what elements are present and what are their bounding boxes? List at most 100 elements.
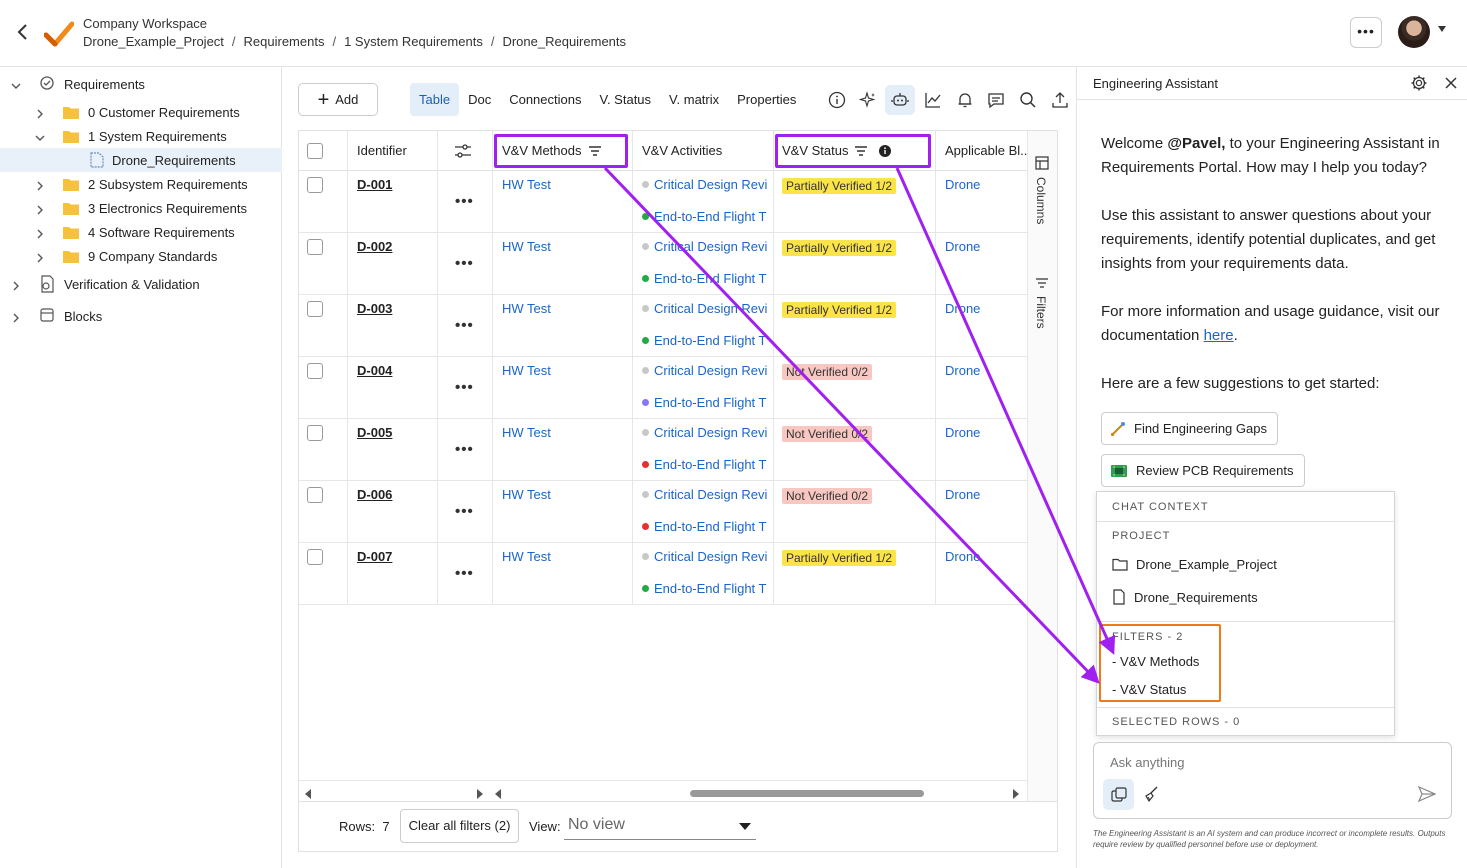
back-arrow-icon[interactable] bbox=[16, 22, 34, 44]
row-actions-button[interactable]: ••• bbox=[455, 193, 474, 210]
scroll-right-icon[interactable] bbox=[476, 787, 484, 801]
vv-activity-link[interactable]: End-to-End Flight T bbox=[642, 395, 768, 410]
requirement-identifier[interactable]: D-001 bbox=[357, 177, 392, 192]
vv-method-link[interactable]: HW Test bbox=[502, 363, 551, 378]
column-header-vv-methods[interactable]: V&V Methods bbox=[502, 131, 582, 171]
bell-icon[interactable] bbox=[950, 85, 980, 115]
vv-method-link[interactable]: HW Test bbox=[502, 239, 551, 254]
view-select[interactable]: No view bbox=[564, 814, 756, 840]
chevron-right-icon[interactable] bbox=[35, 251, 45, 263]
tree-item-company-standards[interactable]: 9 Company Standards bbox=[0, 244, 282, 268]
chevron-right-icon[interactable] bbox=[35, 107, 45, 119]
search-icon[interactable] bbox=[1013, 85, 1043, 115]
tree-item-verification-validation[interactable]: Verification & Validation bbox=[0, 272, 282, 296]
row-checkbox[interactable] bbox=[307, 177, 323, 193]
vv-method-link[interactable]: HW Test bbox=[502, 177, 551, 192]
requirement-identifier[interactable]: D-005 bbox=[357, 425, 392, 440]
context-document-item[interactable]: Drone_Requirements bbox=[1112, 589, 1258, 605]
context-project-item[interactable]: Drone_Example_Project bbox=[1112, 557, 1277, 572]
vv-activity-link[interactable]: Critical Design Revi bbox=[642, 177, 768, 192]
chat-input[interactable] bbox=[1110, 755, 1430, 770]
chevron-right-icon[interactable] bbox=[35, 227, 45, 239]
clear-filters-button[interactable]: Clear all filters (2) bbox=[400, 809, 519, 843]
vv-method-link[interactable]: HW Test bbox=[502, 549, 551, 564]
suggestion-find-engineering-gaps[interactable]: Find Engineering Gaps bbox=[1101, 412, 1278, 445]
comments-icon[interactable] bbox=[981, 85, 1011, 115]
filter-icon[interactable] bbox=[588, 145, 602, 160]
columns-panel-icon[interactable] bbox=[1035, 156, 1049, 173]
tree-item-blocks[interactable]: Blocks bbox=[0, 304, 282, 328]
tab-doc[interactable]: Doc bbox=[459, 83, 500, 116]
table-row[interactable]: D-007 ••• HW Test Critical Design Revi E… bbox=[299, 543, 1027, 605]
requirement-identifier[interactable]: D-003 bbox=[357, 301, 392, 316]
row-checkbox[interactable] bbox=[307, 301, 323, 317]
table-row[interactable]: D-006 ••• HW Test Critical Design Revi E… bbox=[299, 481, 1027, 543]
tab-properties[interactable]: Properties bbox=[728, 83, 805, 116]
row-checkbox[interactable] bbox=[307, 363, 323, 379]
row-checkbox[interactable] bbox=[307, 425, 323, 441]
breadcrumb-project[interactable]: Drone_Example_Project bbox=[83, 34, 224, 49]
vv-activity-link[interactable]: Critical Design Revi bbox=[642, 425, 768, 440]
scroll-left-icon[interactable] bbox=[494, 787, 502, 801]
column-header-identifier[interactable]: Identifier bbox=[357, 131, 407, 171]
vv-activity-link[interactable]: Critical Design Revi bbox=[642, 549, 768, 564]
row-actions-button[interactable]: ••• bbox=[455, 441, 474, 458]
table-row[interactable]: D-003 ••• HW Test Critical Design Revi E… bbox=[299, 295, 1027, 357]
vv-activity-link[interactable]: End-to-End Flight T bbox=[642, 333, 768, 348]
vv-activity-link[interactable]: End-to-End Flight T bbox=[642, 209, 768, 224]
tab-v-status[interactable]: V. Status bbox=[590, 83, 660, 116]
requirement-identifier[interactable]: D-007 bbox=[357, 549, 392, 564]
chevron-down-icon[interactable] bbox=[11, 79, 21, 89]
tab-table[interactable]: Table bbox=[410, 83, 460, 116]
user-avatar[interactable] bbox=[1398, 16, 1430, 48]
clear-chat-broom-icon[interactable] bbox=[1142, 785, 1160, 806]
workspace-name[interactable]: Company Workspace bbox=[83, 16, 207, 31]
tree-item-software-requirements[interactable]: 4 Software Requirements bbox=[0, 220, 282, 244]
scroll-left-icon[interactable] bbox=[304, 787, 312, 801]
requirement-identifier[interactable]: D-006 bbox=[357, 487, 392, 502]
row-checkbox[interactable] bbox=[307, 549, 323, 565]
table-row[interactable]: D-004 ••• HW Test Critical Design Revi E… bbox=[299, 357, 1027, 419]
column-header-vv-status[interactable]: V&V Status bbox=[782, 131, 848, 171]
applicable-block-link[interactable]: Drone bbox=[945, 487, 980, 502]
table-row[interactable]: D-005 ••• HW Test Critical Design Revi E… bbox=[299, 419, 1027, 481]
select-all-checkbox[interactable] bbox=[307, 143, 323, 159]
row-actions-button[interactable]: ••• bbox=[455, 379, 474, 396]
documentation-link[interactable]: here bbox=[1204, 327, 1234, 344]
tree-item-requirements[interactable]: Requirements bbox=[0, 72, 282, 96]
applicable-block-link[interactable]: Drone bbox=[945, 239, 980, 254]
applicable-block-link[interactable]: Drone bbox=[945, 177, 980, 192]
context-filter-vv-status[interactable]: - V&V Status bbox=[1112, 682, 1186, 697]
info-icon[interactable] bbox=[822, 85, 852, 115]
row-actions-button[interactable]: ••• bbox=[455, 565, 474, 582]
vv-activity-link[interactable]: Critical Design Revi bbox=[642, 239, 768, 254]
context-toggle-button[interactable] bbox=[1103, 779, 1134, 810]
gear-icon[interactable] bbox=[1410, 74, 1428, 95]
tree-item-customer-requirements[interactable]: 0 Customer Requirements bbox=[0, 100, 282, 124]
tab-v-matrix[interactable]: V. matrix bbox=[660, 83, 728, 116]
row-actions-button[interactable]: ••• bbox=[455, 317, 474, 334]
chevron-down-icon[interactable] bbox=[35, 131, 45, 141]
user-menu-caret-icon[interactable] bbox=[1438, 26, 1446, 32]
requirement-identifier[interactable]: D-004 bbox=[357, 363, 392, 378]
vv-activity-link[interactable]: End-to-End Flight T bbox=[642, 581, 768, 596]
vv-method-link[interactable]: HW Test bbox=[502, 487, 551, 502]
scroll-right-icon[interactable] bbox=[1012, 787, 1020, 801]
chevron-right-icon[interactable] bbox=[11, 311, 21, 323]
ai-sparkle-icon[interactable] bbox=[853, 85, 883, 115]
applicable-block-link[interactable]: Drone bbox=[945, 301, 980, 316]
row-checkbox[interactable] bbox=[307, 239, 323, 255]
export-icon[interactable] bbox=[1045, 85, 1075, 115]
filters-panel-toggle[interactable]: Filters bbox=[1034, 296, 1048, 329]
table-row[interactable]: D-002 ••• HW Test Critical Design Revi E… bbox=[299, 233, 1027, 295]
info-filled-icon[interactable] bbox=[879, 145, 891, 160]
chart-icon[interactable] bbox=[918, 85, 948, 115]
vv-method-link[interactable]: HW Test bbox=[502, 425, 551, 440]
close-icon[interactable] bbox=[1444, 76, 1458, 93]
chevron-right-icon[interactable] bbox=[35, 203, 45, 215]
table-row[interactable]: D-001 ••• HW Test Critical Design Revi E… bbox=[299, 171, 1027, 233]
tree-item-drone-requirements[interactable]: Drone_Requirements bbox=[0, 148, 282, 172]
vv-activity-link[interactable]: End-to-End Flight T bbox=[642, 457, 768, 472]
applicable-block-link[interactable]: Drone bbox=[945, 549, 980, 564]
more-options-button[interactable]: ••• bbox=[1350, 17, 1382, 48]
